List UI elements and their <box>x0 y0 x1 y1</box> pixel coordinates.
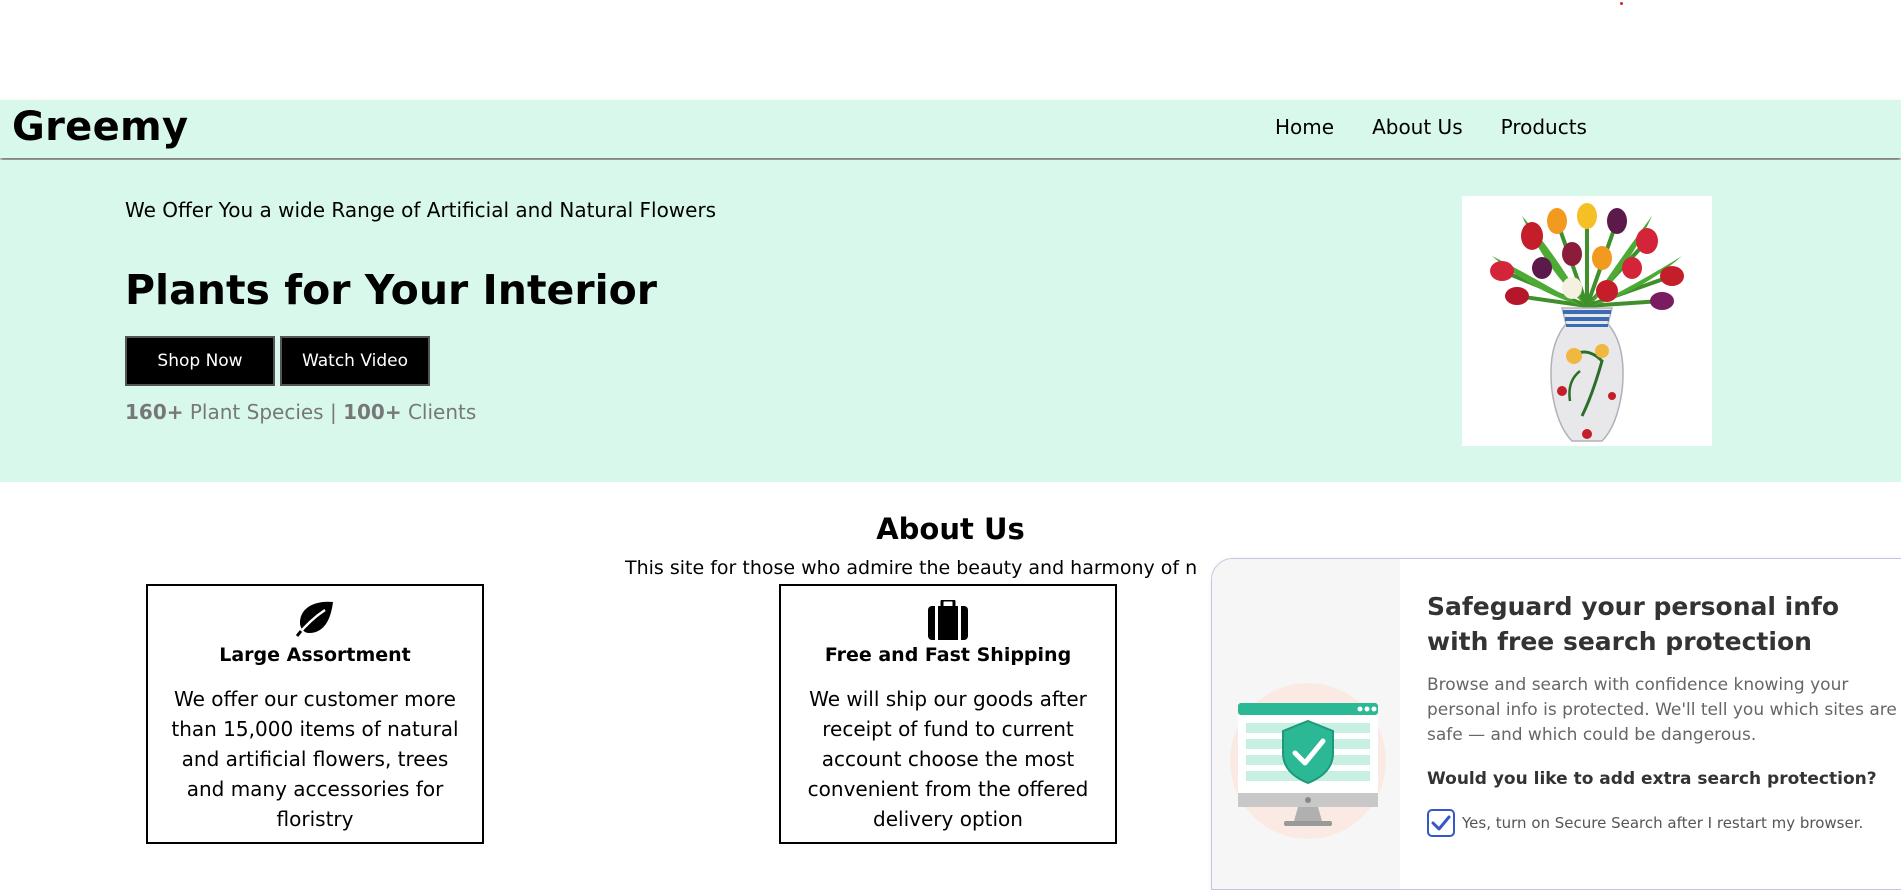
secure-search-checkbox-label[interactable]: Yes, turn on Secure Search after I resta… <box>1462 814 1863 832</box>
hero-title: Plants for Your Interior <box>125 266 658 314</box>
main-nav: Home About Us Products <box>1275 115 1587 139</box>
secure-search-checkbox[interactable] <box>1427 809 1455 837</box>
tulips-vase-image <box>1462 196 1712 446</box>
hero-tagline: We Offer You a wide Range of Artificial … <box>125 198 717 222</box>
feature-card-free-shipping: Free and Fast Shipping We will ship our … <box>779 584 1117 844</box>
checkmark-icon <box>1431 815 1451 831</box>
about-title: About Us <box>876 512 1025 546</box>
species-label: Plant Species <box>189 400 324 424</box>
clients-label: Clients <box>407 400 477 424</box>
popup-title: Safeguard your personal info with free s… <box>1427 592 1840 656</box>
card-text: We offer our customer more than 15,000 i… <box>171 687 459 831</box>
brand-logo[interactable]: Greemy <box>12 104 188 150</box>
suitcase-icon <box>781 600 1115 640</box>
nav-home[interactable]: Home <box>1275 115 1334 139</box>
nav-products[interactable]: Products <box>1501 115 1587 139</box>
card-title: Free and Fast Shipping <box>824 644 1072 666</box>
popup-description: Browse and search with confidence knowin… <box>1427 675 1897 745</box>
nav-about-us[interactable]: About Us <box>1372 115 1463 139</box>
hero-section: We Offer You a wide Range of Artificial … <box>0 160 1901 482</box>
shop-now-button[interactable]: Shop Now <box>125 336 275 386</box>
species-count: 160+ <box>125 400 184 424</box>
card-title: Large Assortment <box>219 644 411 666</box>
popup-question: Would you like to add extra search prote… <box>1427 769 1877 789</box>
watch-video-button[interactable]: Watch Video <box>280 336 430 386</box>
search-protection-popup: Safeguard your personal info with free s… <box>1211 558 1901 890</box>
feature-card-large-assortment: Large Assortment We offer our customer m… <box>146 584 484 844</box>
red-dot-artifact <box>1620 2 1623 5</box>
hero-stats: 160+ Plant Species | 100+ Clients <box>125 400 476 424</box>
card-text: We will ship our goods after receipt of … <box>807 687 1089 831</box>
popup-illustration-panel <box>1212 559 1400 889</box>
leaf-icon <box>148 600 482 640</box>
monitor-shield-check-icon <box>1228 681 1388 841</box>
site-header: Greemy Home About Us Products <box>0 100 1901 158</box>
stats-separator: | <box>329 400 337 424</box>
clients-count: 100+ <box>343 400 402 424</box>
about-subtitle: This site for those who admire the beaut… <box>625 557 1198 579</box>
